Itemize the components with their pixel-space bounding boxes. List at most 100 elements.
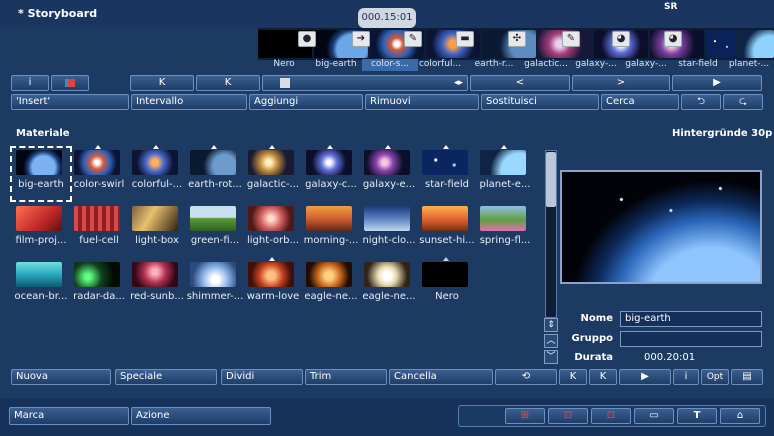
used-marker <box>211 145 217 149</box>
material-item-night-clouds[interactable]: night-clo... <box>358 204 416 256</box>
transition-marker-7[interactable]: ◕ <box>612 31 630 47</box>
material-scrollbar-thumb[interactable] <box>546 152 556 207</box>
material-item-shimmer[interactable]: shimmer-... <box>184 260 243 312</box>
storyboard-clip-star-field[interactable] <box>706 30 736 58</box>
storyboard-clip-planet[interactable] <box>736 30 774 58</box>
material-item-warm-love[interactable]: warm-love <box>242 257 300 312</box>
ocean-breeze-thumbnail <box>16 262 62 287</box>
material-item-colorful[interactable]: colorful-... <box>126 145 184 200</box>
go-last-bottom-button[interactable]: K <box>589 369 617 385</box>
window-title: * Storyboard <box>18 7 98 20</box>
material-item-film-projector[interactable]: film-proj... <box>10 204 68 256</box>
material-item-red-sunbeam[interactable]: red-sunb... <box>126 260 184 312</box>
material-item-galactic[interactable]: galactic-... <box>242 145 300 200</box>
galactic-thumbnail <box>248 150 294 175</box>
scrollbar-handle[interactable] <box>280 78 290 88</box>
storyboard-label: big-earth <box>315 59 357 69</box>
fuel-cell-thumbnail <box>74 206 120 231</box>
green-field-thumbnail <box>190 206 236 231</box>
trim-button[interactable]: Trim <box>305 369 387 385</box>
aggiungi-button[interactable]: Aggiungi <box>249 94 363 110</box>
transition-icon: ⊡ <box>563 410 573 421</box>
material-item-galaxy-c[interactable]: galaxy-c... <box>300 145 358 200</box>
material-item-star-field[interactable]: star-field <box>416 145 474 200</box>
transition-mode-button[interactable]: ⊡ <box>548 408 588 424</box>
prev-button[interactable]: < <box>470 75 570 91</box>
material-item-earth-rotation[interactable]: earth-rot... <box>184 145 242 200</box>
redo-button[interactable]: ⮎ <box>723 94 763 110</box>
transition-marker-2[interactable]: ➔ <box>352 31 370 47</box>
restore-button[interactable]: ⟲ <box>495 369 557 385</box>
galaxy-c-thumbnail <box>306 150 352 175</box>
cancella-button[interactable]: Cancella <box>389 369 493 385</box>
transition-marker-5[interactable]: ✣ <box>508 31 526 47</box>
printer-icon: ▤ <box>742 371 752 382</box>
material-item-ocean-breeze[interactable]: ocean-br... <box>10 260 68 312</box>
home-button-visible[interactable]: ⌂ <box>720 408 760 424</box>
transition-marker-4[interactable]: ▬ <box>456 31 474 47</box>
earth-rotation-thumbnail <box>190 150 236 175</box>
storyboard-scrollbar[interactable]: ◂▸ <box>262 75 468 91</box>
go-first-bottom-button[interactable]: K <box>559 369 587 385</box>
storyboard-label: galactic... <box>524 59 568 69</box>
info-button[interactable]: i <box>11 75 49 91</box>
material-item-galaxy-e[interactable]: galaxy-e... <box>358 145 416 200</box>
cut-icon: ⊞ <box>520 410 530 421</box>
shimmer-thumbnail <box>190 262 236 287</box>
material-item-sunset-hills[interactable]: sunset-hi... <box>416 204 475 256</box>
color-swirl-thumbnail <box>74 150 120 175</box>
gruppo-field[interactable] <box>620 331 762 347</box>
cerca-button[interactable]: Cerca <box>601 94 679 110</box>
material-item-eagle-nebula-2[interactable]: eagle-ne... <box>358 260 416 312</box>
insert-button[interactable]: 'Insert' <box>11 94 129 110</box>
material-item-green-field[interactable]: green-fi... <box>184 204 242 256</box>
cut-mode-button[interactable]: ⊞ <box>505 408 545 424</box>
marca-button[interactable]: Marca <box>9 407 129 425</box>
material-item-spring-flowers[interactable]: spring-fl... <box>474 204 532 256</box>
sostituisci-button[interactable]: Sostituisci <box>481 94 599 110</box>
skip-last-icon: K <box>599 371 607 382</box>
transition-marker-8[interactable]: ◕ <box>664 31 682 47</box>
play-button[interactable]: ▶ <box>672 75 762 91</box>
material-item-fuel-cell[interactable]: fuel-cell <box>68 204 126 256</box>
undo-button[interactable]: ⮌ <box>681 94 721 110</box>
opt-button[interactable]: Opt <box>701 369 729 385</box>
next-button[interactable]: > <box>572 75 670 91</box>
material-item-eagle-nebula-1[interactable]: eagle-ne... <box>300 260 358 312</box>
used-marker <box>443 257 449 261</box>
go-first-button[interactable]: K <box>130 75 194 91</box>
storyboard-label-selected: color-s... <box>362 59 418 71</box>
title-icon: T <box>693 410 701 421</box>
effect-icon: ⊡ <box>606 410 616 421</box>
speciale-button[interactable]: Speciale <box>115 369 217 385</box>
play-bottom-button[interactable]: ▶ <box>619 369 671 385</box>
info-bottom-button[interactable]: i <box>673 369 699 385</box>
intervallo-button[interactable]: Intervallo <box>131 94 247 110</box>
material-item-light-box[interactable]: light-box <box>126 204 184 256</box>
sunset-hills-thumbnail <box>422 206 468 231</box>
night-clouds-thumbnail <box>364 206 410 231</box>
nuova-button[interactable]: Nuova <box>11 369 111 385</box>
dividi-button[interactable]: Dividi <box>221 369 303 385</box>
flag-button[interactable] <box>51 75 89 91</box>
storyboard-label: star-field <box>678 59 718 69</box>
effect-mode-button[interactable]: ⊡ <box>591 408 631 424</box>
rimuovi-button[interactable]: Rimuovi <box>365 94 479 110</box>
transition-marker-6[interactable]: ✎ <box>562 31 580 47</box>
storyboard-mode-button[interactable]: ▭ <box>634 408 674 424</box>
nome-field[interactable]: big-earth <box>620 311 762 327</box>
material-item-planet-e[interactable]: planet-e... <box>474 145 532 200</box>
material-item-morning[interactable]: morning-... <box>300 204 358 256</box>
azione-button[interactable]: Azione <box>131 407 271 425</box>
title-mode-button[interactable]: T <box>677 408 717 424</box>
material-item-nero[interactable]: Nero <box>416 257 474 312</box>
transition-marker-3[interactable]: ✎ <box>404 31 422 47</box>
storyboard-icon: ▭ <box>649 410 659 421</box>
printer-button[interactable]: ▤ <box>731 369 763 385</box>
transition-marker-1[interactable]: ● <box>298 31 316 47</box>
material-item-radar-data[interactable]: radar-da... <box>68 260 126 312</box>
material-item-light-orb[interactable]: light-orb... <box>242 204 300 256</box>
go-last-button[interactable]: K <box>196 75 260 91</box>
storyboard-timecode: 000.15:01 <box>358 8 416 28</box>
material-item-color-swirl[interactable]: color-swirl <box>68 145 126 200</box>
